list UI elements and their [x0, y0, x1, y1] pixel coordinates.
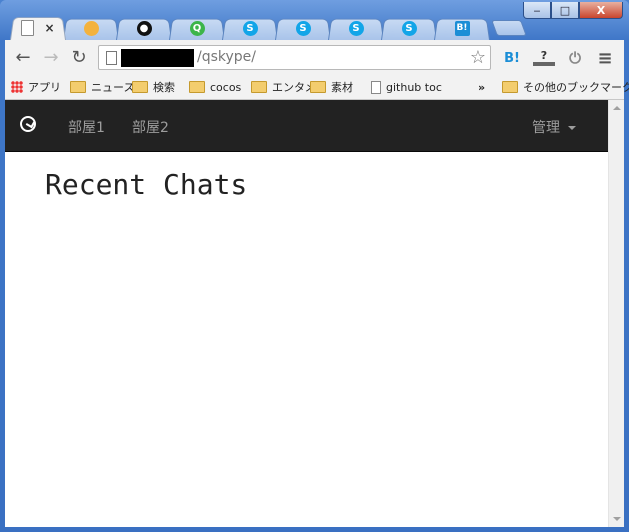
hatena-bookmark-icon: B!: [455, 21, 470, 36]
tab-active-content: ×: [10, 19, 66, 37]
reload-icon[interactable]: ↻: [69, 48, 89, 68]
bookmark-folder-search[interactable]: 検索: [132, 79, 175, 95]
github-icon: ●: [137, 21, 152, 36]
folder-icon: [189, 81, 205, 93]
address-bar[interactable]: /qskype/ ☆: [98, 45, 491, 70]
folder-icon: [310, 81, 326, 93]
back-arrow-icon[interactable]: ←: [13, 48, 33, 68]
dashboard-gauge-icon[interactable]: [20, 116, 36, 132]
window-bottom-frame: [0, 527, 629, 532]
redacted-host: [121, 49, 194, 67]
tab-content: [63, 19, 119, 37]
bookmark-folder-news[interactable]: ニュース: [70, 79, 134, 95]
tab-content: Q: [169, 19, 225, 37]
browser-toolbar: ← → ↻ /qskype/ ☆ B! ? ⏻ ≡: [5, 40, 624, 76]
tab-content: ●: [116, 19, 172, 37]
folder-icon: [70, 81, 86, 93]
forward-arrow-icon[interactable]: →: [41, 48, 61, 68]
skype-icon: S: [243, 21, 258, 36]
bookmark-folder-cocos[interactable]: cocos: [189, 79, 241, 95]
address-path: /qskype/: [197, 49, 256, 65]
page-icon: [371, 81, 381, 94]
tab-content: B!: [434, 19, 490, 37]
extension-icon[interactable]: ?: [533, 48, 555, 66]
q-green-icon: Q: [190, 21, 205, 36]
apps-grid-icon: [11, 81, 23, 93]
nav-link-room1[interactable]: 部屋1: [68, 117, 105, 137]
power-icon[interactable]: ⏻: [565, 48, 585, 68]
bookmark-label: cocos: [210, 81, 241, 94]
new-tab-button[interactable]: [491, 20, 527, 36]
folder-icon: [502, 81, 518, 93]
bookmark-other-bookmarks[interactable]: その他のブックマーク: [502, 79, 629, 95]
orange-site-icon: [84, 21, 99, 36]
menu-icon[interactable]: ≡: [595, 48, 615, 68]
bookmark-folder-sozai[interactable]: 素材: [310, 79, 353, 95]
vertical-scrollbar[interactable]: [608, 100, 624, 527]
tab-content: S: [328, 19, 384, 37]
blank-page-icon: [21, 20, 34, 36]
bookmark-label: アプリ: [28, 79, 61, 95]
tab-content: S: [275, 19, 331, 37]
folder-icon: [251, 81, 267, 93]
browser-window: ‒ □ X × ● Q S S S S B! ← → ↻ /qskype/ ☆ …: [0, 0, 629, 532]
bookmark-label: github toc: [386, 81, 442, 94]
site-navbar: 部屋1 部屋2 管理: [5, 100, 608, 152]
page-info-icon[interactable]: [106, 51, 117, 65]
page-title: Recent Chats: [45, 168, 247, 201]
tab-content: S: [381, 19, 437, 37]
nav-admin-dropdown[interactable]: 管理: [532, 117, 576, 137]
bookmark-folder-entame[interactable]: エンタメ: [251, 79, 316, 95]
bookmark-star-icon[interactable]: ☆: [470, 47, 486, 68]
nav-link-room2[interactable]: 部屋2: [132, 117, 169, 137]
bookmarks-overflow-chevron[interactable]: »: [478, 79, 485, 95]
skype-icon: S: [296, 21, 311, 36]
tab-strip: × ● Q S S S S B!: [10, 14, 610, 40]
scroll-down-arrow-icon[interactable]: [613, 517, 621, 521]
bookmark-github-toc[interactable]: github toc: [371, 79, 442, 95]
skype-icon: S: [402, 21, 417, 36]
folder-icon: [132, 81, 148, 93]
bookmark-label: その他のブックマーク: [523, 79, 629, 95]
page-viewport: 部屋1 部屋2 管理 Recent Chats: [5, 100, 624, 527]
bookmark-label: 検索: [153, 79, 175, 95]
bookmark-apps[interactable]: アプリ: [11, 79, 61, 95]
scroll-up-arrow-icon[interactable]: [613, 106, 621, 110]
skype-icon: S: [349, 21, 364, 36]
hatena-extension-icon[interactable]: B!: [502, 48, 522, 68]
tab-content: S: [222, 19, 278, 37]
caret-down-icon: [568, 126, 576, 130]
bookmark-label: 素材: [331, 79, 353, 95]
bookmarks-bar: アプリ ニュース 検索 cocos エンタメ 素材 github toc » そ…: [5, 75, 624, 100]
bookmark-label: ニュース: [91, 79, 134, 95]
close-tab-icon[interactable]: ×: [44, 21, 54, 35]
admin-label: 管理: [532, 120, 560, 136]
